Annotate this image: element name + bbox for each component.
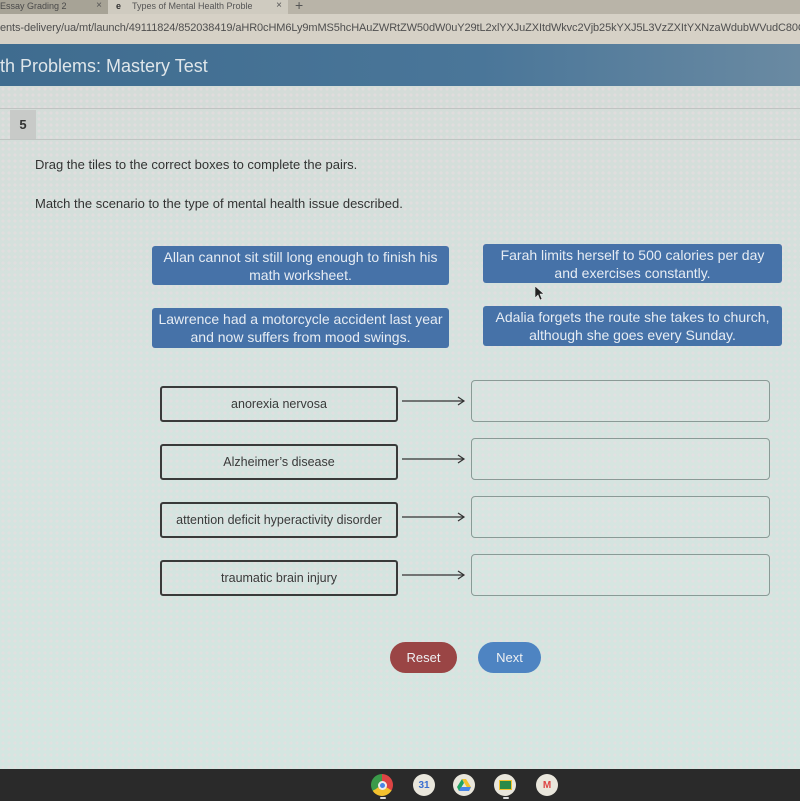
page-title: th Problems: Mastery Test bbox=[0, 56, 208, 76]
tab-mental-health[interactable]: e Types of Mental Health Problems × bbox=[108, 0, 288, 14]
close-tab-icon[interactable]: × bbox=[276, 0, 282, 12]
mouse-cursor-icon bbox=[535, 286, 545, 300]
arrow-right-icon bbox=[402, 454, 466, 464]
gmail-icon[interactable]: M bbox=[536, 774, 558, 796]
classroom-icon[interactable] bbox=[494, 774, 516, 796]
term-adhd: attention deficit hyperactivity disorder bbox=[160, 502, 398, 538]
scenario-tile-adalia[interactable]: Adalia forgets the route she takes to ch… bbox=[483, 306, 782, 346]
close-tab-icon[interactable]: × bbox=[96, 0, 102, 12]
scenario-tile-lawrence[interactable]: Lawrence had a motorcycle accident last … bbox=[152, 308, 449, 348]
running-indicator bbox=[380, 797, 386, 799]
drive-icon[interactable] bbox=[453, 774, 475, 796]
scenario-tile-allan[interactable]: Allan cannot sit still long enough to fi… bbox=[152, 246, 449, 285]
scenario-tile-farah[interactable]: Farah limits herself to 500 calories per… bbox=[483, 244, 782, 283]
drop-box-traumatic-brain-injury[interactable] bbox=[471, 554, 770, 596]
term-anorexia-nervosa: anorexia nervosa bbox=[160, 386, 398, 422]
next-button[interactable]: Next bbox=[478, 642, 541, 673]
chrome-icon[interactable] bbox=[371, 774, 393, 796]
instruction-match: Match the scenario to the type of mental… bbox=[35, 196, 403, 211]
arrow-right-icon bbox=[402, 396, 466, 406]
term-traumatic-brain-injury: traumatic brain injury bbox=[160, 560, 398, 596]
tab-title: Essay Grading 2 bbox=[0, 1, 67, 11]
question-content: 5 Drag the tiles to the correct boxes to… bbox=[0, 86, 800, 769]
tab-title: Types of Mental Health Problems bbox=[132, 1, 252, 11]
drop-box-anorexia-nervosa[interactable] bbox=[471, 380, 770, 422]
edmentum-favicon-icon: e bbox=[116, 1, 122, 11]
calendar-icon[interactable]: 31 bbox=[413, 774, 435, 796]
running-indicator bbox=[503, 797, 509, 799]
arrow-right-icon bbox=[402, 570, 466, 580]
instruction-drag: Drag the tiles to the correct boxes to c… bbox=[35, 157, 358, 172]
url-text[interactable]: ents-delivery/ua/mt/launch/49111824/8520… bbox=[0, 22, 800, 34]
drop-box-alzheimers-disease[interactable] bbox=[471, 438, 770, 480]
page-header: th Problems: Mastery Test bbox=[0, 44, 800, 86]
os-shelf: 31 M bbox=[0, 769, 800, 801]
term-alzheimers-disease: Alzheimer’s disease bbox=[160, 444, 398, 480]
reset-button[interactable]: Reset bbox=[390, 642, 457, 673]
arrow-right-icon bbox=[402, 512, 466, 522]
tab-essay-grading[interactable]: Essay Grading 2 × bbox=[0, 0, 108, 14]
question-number: 5 bbox=[10, 110, 36, 139]
browser-tab-strip: Essay Grading 2 × e Types of Mental Healt… bbox=[0, 0, 800, 14]
new-tab-button[interactable]: + bbox=[295, 0, 303, 13]
address-bar[interactable]: ents-delivery/ua/mt/launch/49111824/8520… bbox=[0, 14, 800, 44]
drop-box-adhd[interactable] bbox=[471, 496, 770, 538]
question-number-row: 5 bbox=[0, 108, 800, 140]
